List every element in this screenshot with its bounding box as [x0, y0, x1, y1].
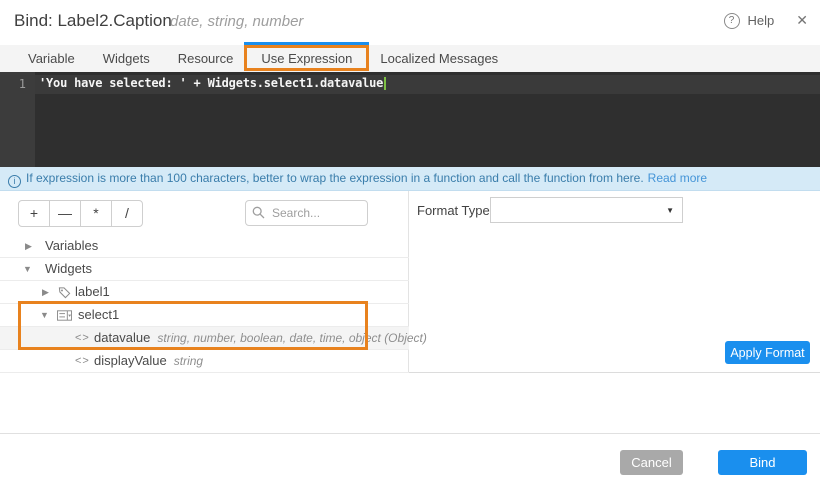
multiply-operator-button[interactable]: * [80, 200, 112, 227]
chevron-down-icon[interactable]: ▼ [23, 258, 32, 280]
info-icon: i [8, 175, 21, 188]
minus-operator-button[interactable]: — [49, 200, 81, 227]
info-bar: i If expression is more than 100 characte… [0, 167, 820, 191]
tab-variable[interactable]: Variable [14, 45, 89, 72]
type-annotation: string, number, boolean, date, time, obj… [157, 331, 426, 345]
chevron-right-icon[interactable]: ▶ [42, 281, 49, 303]
tree-item-label1[interactable]: ▶ label1 [0, 281, 409, 304]
tree-item-widgets[interactable]: ▼ Widgets [0, 258, 409, 281]
bind-dialog: Bind: Label2.Caption date, string, numbe… [0, 0, 820, 490]
dialog-header: Bind: Label2.Caption date, string, numbe… [0, 0, 820, 45]
main-area: + — * / ▶ Variables ▼ Widgets [0, 191, 820, 373]
text-cursor [384, 77, 386, 90]
tree-item-variables[interactable]: ▶ Variables [0, 235, 409, 258]
tree-item-select1[interactable]: ▼ select1 [0, 304, 409, 327]
format-type-dropdown[interactable]: ▼ [490, 197, 683, 223]
code-icon: <> [75, 350, 90, 372]
tab-use-expression[interactable]: Use Expression [247, 45, 366, 72]
expression-code[interactable]: 'You have selected: ' + Widgets.select1.… [39, 76, 386, 90]
dropdown-caret-icon: ▼ [666, 206, 674, 215]
apply-format-button[interactable]: Apply Format [725, 341, 810, 364]
plus-operator-button[interactable]: + [18, 200, 50, 227]
info-text: If expression is more than 100 character… [26, 171, 644, 185]
search-icon [252, 206, 265, 219]
active-tab-indicator [244, 42, 369, 45]
format-type-label: Format Type [417, 203, 490, 218]
dialog-footer: Cancel Bind [0, 433, 820, 490]
bind-button[interactable]: Bind [718, 450, 807, 475]
tag-icon [58, 286, 71, 299]
tab-resource[interactable]: Resource [164, 45, 248, 72]
close-icon[interactable]: ✕ [796, 12, 808, 29]
expression-editor[interactable]: 1 'You have selected: ' + Widgets.select… [0, 72, 820, 167]
divide-operator-button[interactable]: / [111, 200, 143, 227]
tab-localized-messages[interactable]: Localized Messages [366, 45, 512, 72]
tree-item-datavalue[interactable]: <> datavaluestring, number, boolean, dat… [0, 327, 409, 350]
binding-tree: ▶ Variables ▼ Widgets ▶ label1 ▼ [0, 235, 409, 373]
tab-widgets[interactable]: Widgets [89, 45, 164, 72]
dialog-title: Bind: Label2.Caption [14, 11, 172, 31]
code-icon: <> [75, 327, 90, 349]
tab-bar: Variable Widgets Resource Use Expression… [0, 45, 820, 72]
expression-builder-panel: + — * / ▶ Variables ▼ Widgets [0, 191, 409, 373]
type-annotation: string [174, 354, 203, 368]
tree-item-displayvalue[interactable]: <> displayValuestring [0, 350, 409, 373]
cancel-button[interactable]: Cancel [620, 450, 683, 475]
editor-line-number: 1 [0, 77, 26, 91]
help-icon[interactable]: ? [724, 13, 740, 29]
help-link[interactable]: Help [748, 13, 775, 28]
chevron-down-icon[interactable]: ▼ [40, 304, 49, 326]
select-widget-icon [57, 310, 72, 321]
operator-button-group: + — * / [18, 200, 143, 227]
chevron-right-icon[interactable]: ▶ [25, 235, 32, 257]
dialog-subtitle: date, string, number [170, 13, 303, 30]
read-more-link[interactable]: Read more [648, 171, 707, 185]
